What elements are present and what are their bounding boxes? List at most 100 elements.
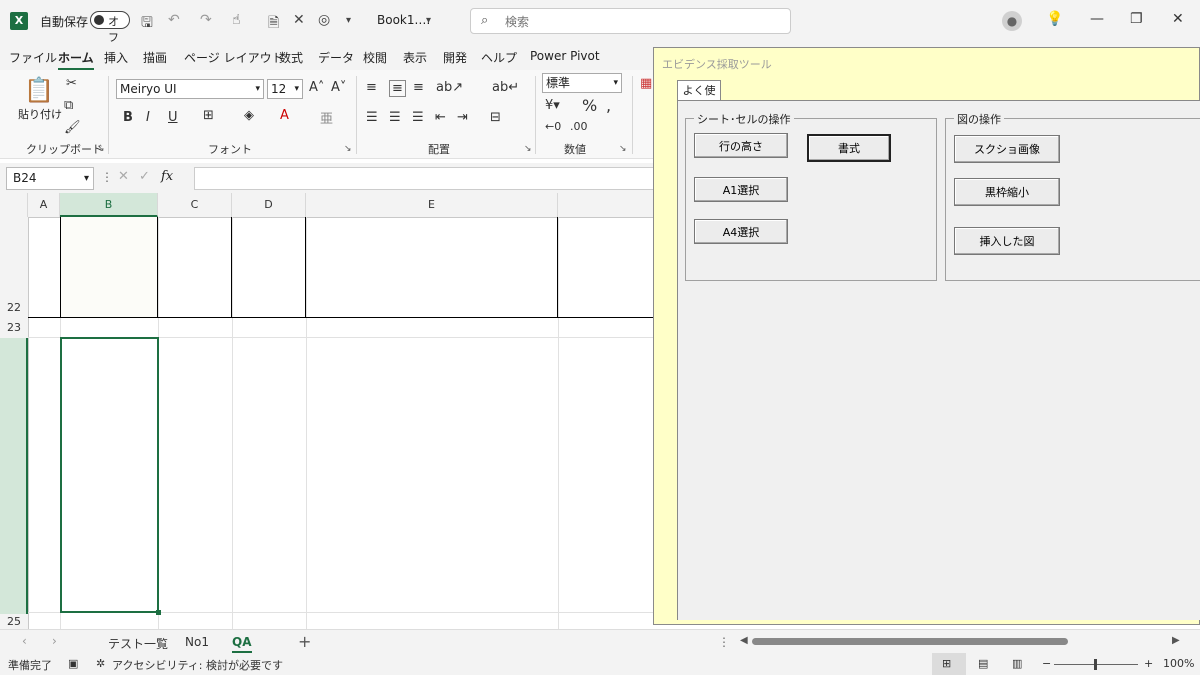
horizontal-scrollbar-thumb[interactable] — [752, 638, 1068, 645]
zoom-in-icon[interactable]: + — [1144, 657, 1153, 670]
minimize-icon[interactable]: — — [1090, 11, 1104, 27]
dialog-launcher-icon[interactable]: ↘ — [344, 144, 352, 154]
cell-c22[interactable] — [158, 217, 232, 318]
decrease-decimal-icon[interactable]: .00 — [570, 120, 588, 133]
zoom-slider-thumb[interactable] — [1094, 659, 1097, 670]
paste-icon[interactable]: 📋 — [24, 76, 54, 104]
align-left-icon[interactable]: ☰ — [366, 110, 378, 125]
close-icon[interactable]: ✕ — [1172, 11, 1184, 27]
fill-color-icon[interactable]: ◈ — [244, 108, 254, 123]
tab-power-pivot[interactable]: Power Pivot — [530, 49, 600, 63]
copy-icon[interactable]: ⧉ — [64, 98, 73, 113]
cell-d22[interactable] — [232, 217, 306, 318]
insert-function-icon[interactable]: fx — [161, 169, 173, 184]
tab-developer[interactable]: 開発 — [443, 49, 467, 66]
conditional-format-icon[interactable]: ▦ — [640, 76, 652, 91]
paste-label[interactable]: 貼り付け — [18, 106, 62, 122]
row-header-22[interactable]: 22 — [0, 301, 28, 314]
macro-record-icon[interactable]: ▣ — [68, 657, 78, 670]
bold-icon[interactable]: B — [123, 110, 133, 125]
customize-dropdown-icon[interactable]: ▾ — [346, 15, 351, 26]
close-x-icon[interactable]: ✕ — [293, 12, 305, 28]
screenshot-image-button[interactable]: スクショ画像 — [954, 135, 1060, 163]
tab-formulas[interactable]: 数式 — [279, 49, 303, 66]
zoom-out-icon[interactable]: − — [1042, 657, 1051, 670]
touch-mode-icon[interactable]: ☝ — [232, 12, 241, 28]
row-header-23[interactable]: 23 — [0, 321, 28, 334]
increase-indent-icon[interactable]: ⇥ — [457, 110, 468, 125]
sheet-tab-no1[interactable]: No1 — [185, 635, 209, 649]
align-bottom-icon[interactable]: ≡ — [413, 80, 424, 95]
font-color-icon[interactable]: A — [280, 108, 289, 123]
sheet-tab-test-list[interactable]: テスト一覧 — [108, 635, 168, 652]
search-input[interactable] — [503, 12, 777, 32]
cell-grid[interactable] — [28, 217, 653, 629]
cut-icon[interactable]: ✂ — [66, 76, 77, 91]
chevron-down-icon[interactable]: ▾ — [426, 15, 431, 26]
autosave-toggle[interactable]: オフ — [90, 11, 130, 44]
scroll-right-icon[interactable]: › — [52, 634, 57, 648]
document-icon[interactable]: 🗎 — [268, 12, 279, 36]
column-header-b[interactable]: B — [60, 193, 158, 217]
align-center-icon[interactable]: ☰ — [389, 110, 401, 125]
avatar[interactable]: ● — [1002, 11, 1022, 31]
increase-decimal-icon[interactable]: ←0 — [545, 120, 561, 133]
currency-icon[interactable]: ¥▾ — [545, 98, 560, 113]
align-middle-icon[interactable]: ≡ — [389, 80, 406, 97]
more-options-icon[interactable]: ⋮ — [718, 635, 730, 649]
tab-page-layout[interactable]: ページ レイアウト — [184, 49, 284, 66]
inserted-image-button[interactable]: 挿入した図 — [954, 227, 1060, 255]
borders-icon[interactable]: ⊞ — [203, 108, 214, 123]
column-header-c[interactable]: C — [158, 193, 232, 217]
restore-icon[interactable]: ❐ — [1130, 11, 1143, 27]
column-header-d[interactable]: D — [232, 193, 306, 217]
column-header-e[interactable]: E — [306, 193, 558, 217]
select-a1-button[interactable]: A1選択 — [694, 177, 788, 202]
format-button[interactable]: 書式 — [807, 134, 891, 162]
tab-data[interactable]: データ — [318, 49, 354, 66]
dialog-launcher-icon[interactable]: ↘ — [97, 144, 105, 154]
selected-cell-b24[interactable] — [60, 337, 159, 613]
hscroll-left-icon[interactable]: ◀ — [740, 635, 748, 646]
decrease-indent-icon[interactable]: ⇤ — [435, 110, 446, 125]
tab-help[interactable]: ヘルプ — [481, 49, 517, 66]
book-title[interactable]: Book1.… — [377, 13, 430, 27]
add-sheet-button[interactable]: + — [298, 632, 311, 651]
font-name-select[interactable]: Meiryo UI ▾ — [116, 79, 264, 99]
column-header-a[interactable]: A — [28, 193, 60, 217]
cell-b22[interactable] — [60, 217, 158, 318]
number-format-select[interactable]: 標準 ▾ — [542, 73, 622, 93]
italic-icon[interactable]: I — [146, 110, 150, 125]
tab-insert[interactable]: 挿入 — [104, 49, 128, 66]
page-break-view-icon[interactable]: ▥ — [1012, 657, 1022, 670]
orientation-icon[interactable]: ab↗ — [436, 80, 463, 95]
redo-icon[interactable]: ↷ — [200, 12, 212, 28]
sheet-tab-qa[interactable]: QA — [232, 635, 252, 653]
hscroll-right-icon[interactable]: ▶ — [1172, 635, 1180, 646]
decrease-font-icon[interactable]: A˅ — [331, 80, 346, 95]
save-icon[interactable]: 🖫 — [141, 12, 153, 36]
select-a4-button[interactable]: A4選択 — [694, 219, 788, 244]
accessibility-status[interactable]: アクセシビリティ: 検討が必要です — [112, 657, 283, 673]
merge-cells-icon[interactable]: ⊟ — [490, 110, 501, 125]
zoom-level[interactable]: 100% — [1163, 657, 1194, 670]
comma-icon[interactable]: , — [606, 96, 611, 115]
phonetic-icon[interactable]: 亜 — [320, 108, 333, 127]
align-top-icon[interactable]: ≡ — [366, 80, 377, 95]
name-box[interactable]: B24 ▾ — [6, 167, 94, 190]
row-height-button[interactable]: 行の高さ — [694, 133, 788, 158]
lightbulb-icon[interactable]: 💡 — [1046, 11, 1063, 27]
fill-handle[interactable] — [156, 610, 161, 615]
scroll-left-icon[interactable]: ‹ — [22, 634, 27, 648]
select-all-corner[interactable] — [0, 193, 28, 217]
record-icon[interactable]: ◎ — [318, 12, 330, 28]
increase-font-icon[interactable]: A˄ — [309, 80, 324, 95]
search-box[interactable]: ⌕ — [470, 8, 791, 34]
page-layout-view-icon[interactable]: ▤ — [978, 657, 988, 670]
formula-input[interactable] — [194, 167, 654, 190]
black-frame-shrink-button[interactable]: 黒枠縮小 — [954, 178, 1060, 206]
wrap-text-icon[interactable]: ab↵ — [492, 80, 519, 95]
undo-icon[interactable]: ↶ — [168, 12, 180, 28]
cell-e22[interactable] — [306, 217, 558, 318]
normal-view-icon[interactable]: ⊞ — [942, 657, 951, 670]
